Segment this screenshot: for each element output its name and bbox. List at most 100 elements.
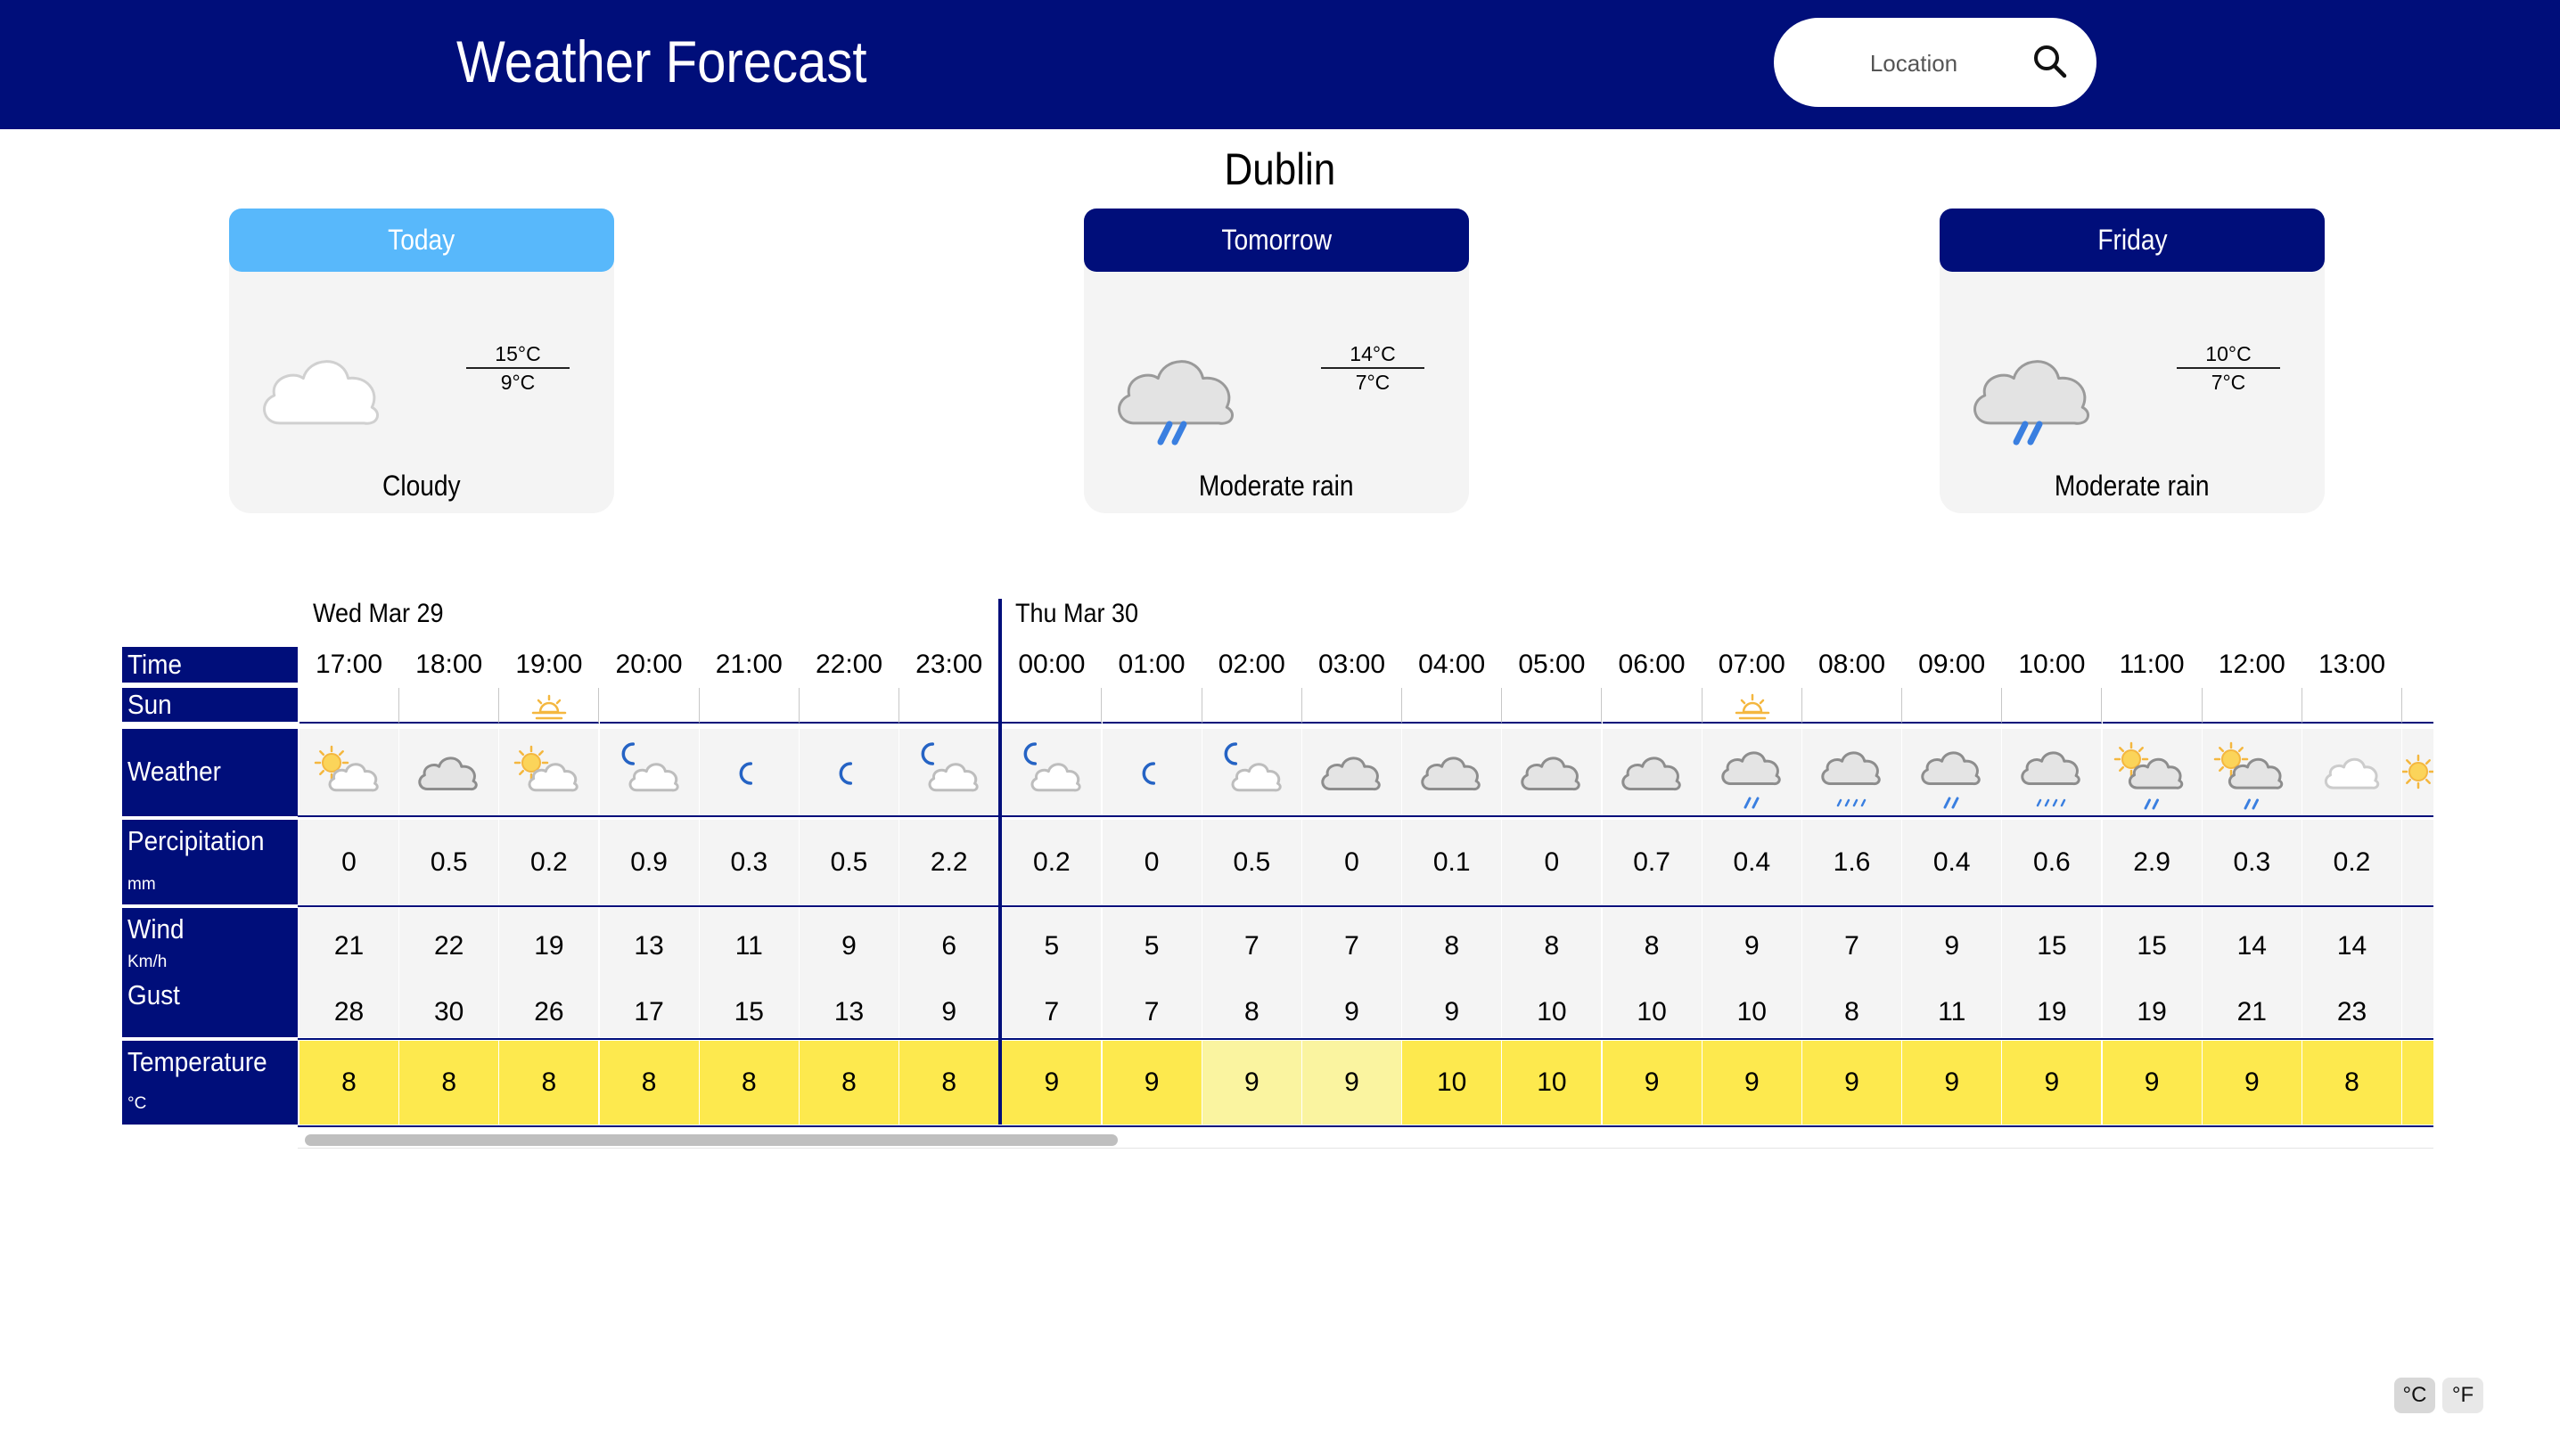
precipitation-value: 0.2 [1002, 820, 1103, 904]
rain-cloud-icon [1703, 751, 1801, 820]
hour-time: 20:00 [615, 650, 683, 679]
night-cloud-icon [899, 742, 998, 820]
gust-value: 9 [1344, 997, 1359, 1027]
gust-value: 7 [1044, 997, 1060, 1027]
search-icon[interactable] [2025, 37, 2075, 87]
weather-cell [699, 729, 800, 816]
weather-cell [1202, 729, 1302, 816]
precipitation-value: 0.1 [1402, 820, 1503, 904]
row-label-gust: Gust [127, 979, 180, 1010]
gust-value: 13 [833, 997, 865, 1027]
hour-time: 08:00 [1817, 650, 1886, 679]
weather-description: Moderate rain [1199, 470, 1354, 502]
wind-cell: 14 23 [2302, 908, 2402, 1037]
location-search-input[interactable] [1809, 41, 2018, 86]
wind-cell: 7 9 [1302, 908, 1402, 1037]
temperature-value: 9 [1202, 1041, 1303, 1125]
gust-value: 10 [1537, 997, 1567, 1027]
precipitation-value: 2.9 [2102, 820, 2203, 904]
sun-cell [899, 688, 1000, 724]
celsius-button[interactable]: °C [2394, 1378, 2435, 1413]
gust-value: 10 [1736, 997, 1767, 1027]
wind-cell: 8 9 [1402, 908, 1503, 1037]
gust-value: 17 [634, 997, 664, 1027]
wind-cell [2402, 908, 2433, 1037]
sun-cell [1702, 688, 1802, 724]
wind-cell: 19 26 [499, 908, 600, 1037]
weather-cell [800, 729, 899, 816]
cloud-icon [1502, 757, 1601, 820]
row-label-time: Time [122, 647, 298, 683]
weather-cell [2400, 729, 2433, 816]
wind-cell: 5 7 [1002, 908, 1103, 1037]
wind-cell: 8 10 [1502, 908, 1603, 1037]
sun-cell [2302, 688, 2402, 724]
hour-time: 18:00 [415, 650, 483, 679]
hour-time: 07:00 [1718, 650, 1785, 679]
hour-column: 17:00 0 21 28 8 [299, 590, 400, 1151]
hour-time: 12:00 [2218, 650, 2285, 679]
sun-cell [299, 688, 399, 724]
horizontal-scrollbar[interactable] [298, 1132, 2433, 1149]
hour-time: 13:00 [2318, 650, 2386, 679]
wind-cell: 5 7 [1102, 908, 1202, 1037]
row-divider [298, 905, 2433, 907]
wind-cell: 21 28 [299, 908, 399, 1037]
day-card-tomorrow[interactable]: Tomorrow 14°C 7°C Moderate rain [1084, 209, 1469, 513]
hour-time: 23:00 [915, 650, 983, 679]
low-temp: 9°C [500, 371, 536, 394]
gust-value: 30 [434, 997, 464, 1027]
gust-value: 10 [1637, 997, 1667, 1027]
row-divider [298, 815, 2433, 817]
cloud-icon [1302, 757, 1401, 820]
wind-cell: 8 10 [1602, 908, 1703, 1037]
row-divider [298, 1125, 2433, 1127]
weather-cell [599, 729, 700, 816]
sun-cell [1602, 688, 1703, 724]
weather-cell [1802, 729, 1902, 816]
weather-cell [2002, 729, 2103, 816]
hour-time: 03:00 [1317, 650, 1386, 679]
high-temp: 10°C [2177, 340, 2280, 369]
day-temperatures: 14°C 7°C [1321, 340, 1424, 396]
hour-column: 03:00 0 7 9 9 [1302, 590, 1403, 1151]
temperature-value: 8 [499, 1041, 601, 1125]
precipitation-value: 0.5 [399, 820, 500, 904]
weather-cell [1002, 729, 1103, 816]
day-tab-tomorrow[interactable]: Tomorrow [1084, 209, 1469, 272]
precipitation-value [2402, 820, 2433, 904]
partly-sunny-icon [299, 745, 398, 820]
wind-cell: 11 15 [699, 908, 800, 1037]
wind-cell: 9 10 [1702, 908, 1802, 1037]
scrollbar-thumb[interactable] [305, 1134, 1118, 1146]
hour-column: 02:00 0.5 7 8 9 [1202, 590, 1303, 1151]
row-label-weather: Weather [122, 729, 298, 816]
sunset-icon [499, 694, 598, 725]
day-tab-friday[interactable]: Friday [1940, 209, 2325, 272]
day-card-today[interactable]: Today 15°C 9°C Cloudy [229, 209, 614, 513]
search-box [1774, 18, 2096, 107]
temperature-value: 9 [1302, 1041, 1403, 1125]
day-temperatures: 10°C 7°C [2177, 340, 2280, 396]
gust-value: 23 [2336, 997, 2367, 1027]
temperature-value: 8 [299, 1041, 400, 1125]
hour-column: 11:00 2.9 15 19 9 [2102, 590, 2203, 1151]
drizzle-cloud-icon [2002, 751, 2101, 820]
hour-column: 05:00 0 8 10 10 [1502, 590, 1604, 1151]
hour-time: 19:00 [515, 650, 583, 679]
day-tab-today[interactable]: Today [229, 209, 614, 272]
wind-value: 6 [941, 931, 957, 961]
temperature-value: 9 [1902, 1041, 2004, 1125]
precipitation-value: 0 [1102, 820, 1202, 904]
sun-cell [1102, 688, 1202, 724]
weather-cell [2102, 729, 2203, 816]
fahrenheit-button[interactable]: °F [2442, 1378, 2483, 1413]
high-temp: 14°C [1321, 340, 1424, 369]
sun-cell [699, 688, 800, 724]
day-card-friday[interactable]: Friday 10°C 7°C Moderate rain [1940, 209, 2325, 513]
gust-value: 19 [2137, 997, 2167, 1027]
temperature-value: 8 [2302, 1041, 2403, 1125]
weather-description: Cloudy [382, 470, 461, 502]
precipitation-value: 0 [1502, 820, 1603, 904]
weather-cell [899, 729, 1000, 816]
